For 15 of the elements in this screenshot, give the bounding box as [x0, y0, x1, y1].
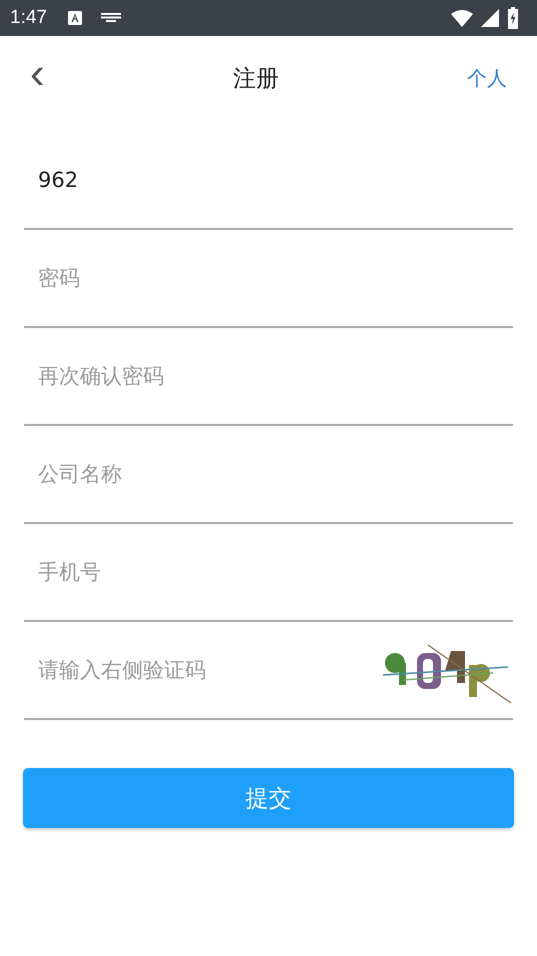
- signal-icon: [481, 9, 499, 27]
- input-field[interactable]: 再次确认密码: [24, 346, 513, 406]
- input-field[interactable]: 密码: [24, 248, 513, 308]
- personal-link[interactable]: 个人: [461, 64, 513, 92]
- clock: 1:47: [10, 7, 47, 29]
- back-button[interactable]: ‹: [24, 52, 51, 96]
- input-field[interactable]: 962: [24, 150, 513, 210]
- input-field[interactable]: 手机号: [24, 542, 513, 602]
- page-title: 注册: [232, 64, 279, 94]
- keyboard-icon: [100, 12, 121, 24]
- input-field[interactable]: 请输入右侧验证码: [24, 640, 373, 700]
- battery-icon: [507, 7, 519, 29]
- wifi-icon: [451, 9, 473, 27]
- input-field[interactable]: 公司名称: [24, 444, 513, 504]
- input-method-icon: [66, 10, 83, 26]
